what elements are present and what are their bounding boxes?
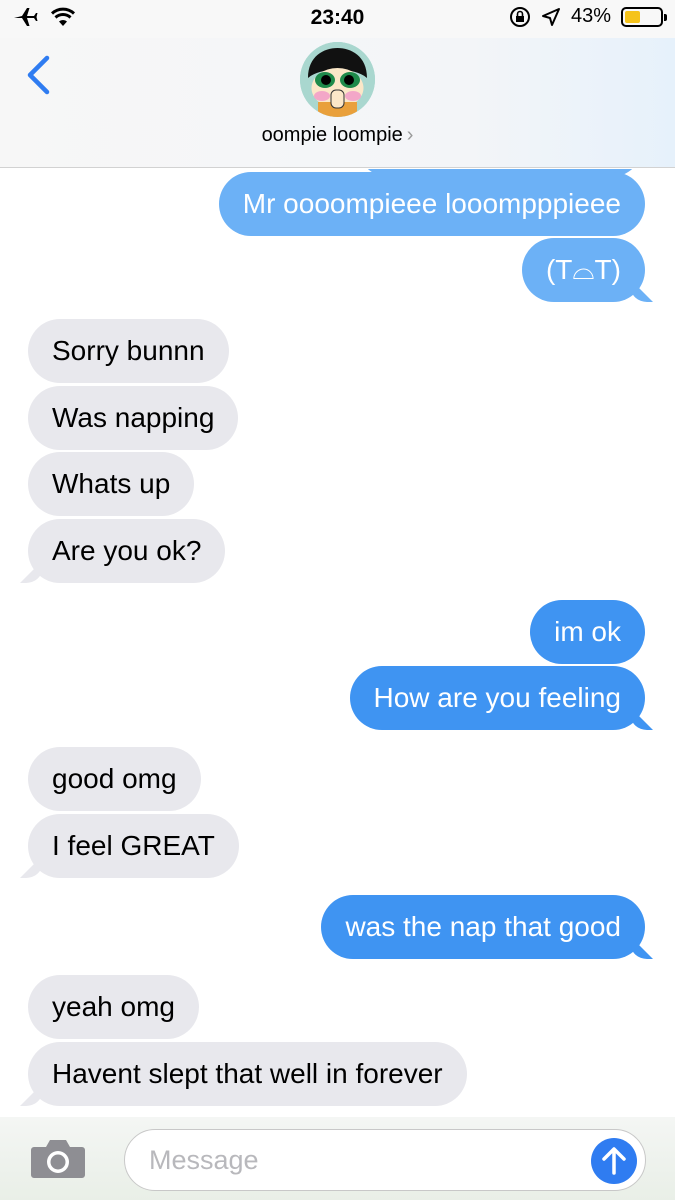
chevron-left-icon: [27, 55, 50, 95]
message-bubble-incoming[interactable]: Whats up: [28, 452, 195, 516]
message-bubble-incoming[interactable]: Sorry bunnn: [28, 319, 229, 383]
message-text: (T⌓T): [545, 254, 621, 285]
message-bubble-outgoing[interactable]: How are you feeling: [349, 666, 645, 730]
battery-level-fill: [625, 10, 640, 23]
status-bar: 23:40 43%: [0, 0, 675, 38]
message-list[interactable]: Mr oooompieee looompppieee (T⌓T) Sorry b…: [0, 169, 675, 1117]
message-bubble-outgoing[interactable]: im ok: [530, 600, 645, 664]
message-text: Sorry bunnn: [52, 335, 205, 366]
send-button[interactable]: [591, 1138, 637, 1184]
message-text: Havent slept that well in forever: [52, 1058, 443, 1089]
battery-percent: 43%: [570, 5, 611, 27]
location-arrow-icon: [541, 7, 560, 26]
message-bubble-incoming[interactable]: Are you ok?: [28, 519, 226, 583]
orientation-lock-icon: [509, 6, 530, 27]
message-text: yeah omg: [52, 991, 175, 1022]
message-text: Was napping: [52, 402, 215, 433]
message-input-field[interactable]: [124, 1129, 646, 1191]
message-bubble-outgoing[interactable]: was the nap that good: [321, 895, 645, 959]
message-bubble-incoming[interactable]: I feel GREAT: [28, 814, 239, 878]
message-text: How are you feeling: [373, 682, 621, 713]
contact-name-button[interactable]: oompie loompie ›: [0, 124, 675, 147]
message-bubble-incoming[interactable]: Was napping: [28, 386, 239, 450]
contact-name: oompie loompie: [261, 124, 403, 146]
message-bubble-outgoing[interactable]: (T⌓T): [521, 238, 645, 302]
chevron-right-icon: ›: [406, 124, 414, 146]
compose-bar: [0, 1117, 675, 1200]
battery-icon: [621, 6, 667, 27]
camera-button[interactable]: [30, 1137, 86, 1179]
message-bubble-incoming[interactable]: yeah omg: [28, 975, 199, 1039]
send-arrow-icon: [602, 1147, 626, 1175]
message-bubble-outgoing[interactable]: Mr oooompieee looompppieee: [218, 172, 645, 236]
message-text: was the nap that good: [345, 911, 621, 942]
message-text: I feel GREAT: [52, 830, 215, 861]
message-bubble-incoming[interactable]: Havent slept that well in forever: [28, 1042, 467, 1106]
message-input[interactable]: [149, 1140, 579, 1180]
message-bubble-incoming[interactable]: good omg: [28, 747, 201, 811]
message-text: Whats up: [52, 468, 171, 499]
back-button[interactable]: [18, 50, 58, 100]
conversation-header: oompie loompie ›: [0, 38, 675, 168]
avatar-image: [300, 42, 375, 117]
contact-avatar[interactable]: [300, 42, 375, 117]
message-text: good omg: [52, 763, 177, 794]
camera-icon: [31, 1140, 85, 1178]
message-text: Mr oooompieee looompppieee: [242, 188, 621, 219]
message-text: im ok: [554, 616, 621, 647]
message-text: Are you ok?: [52, 535, 202, 566]
status-right: 43%: [509, 5, 667, 28]
